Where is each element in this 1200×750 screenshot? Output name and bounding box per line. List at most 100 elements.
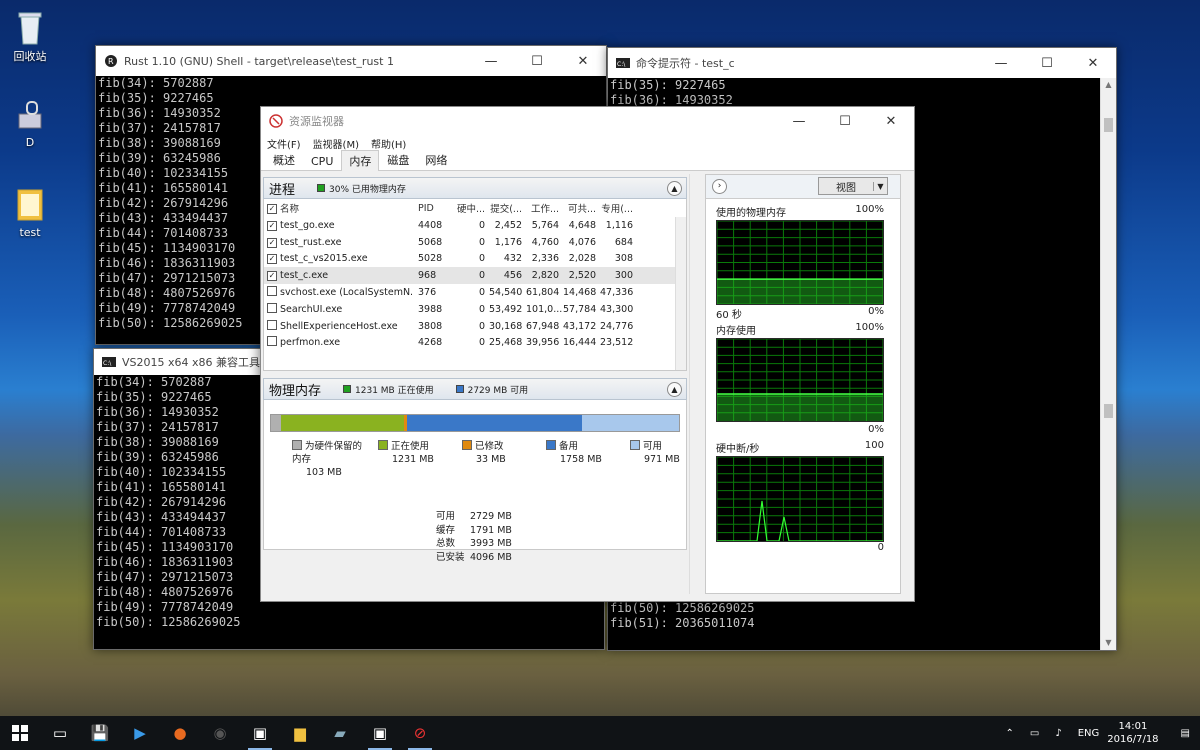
desktop-icon-recycle-bin[interactable]: 回收站 [0, 8, 60, 64]
graph-label-commit: 内存使用 [716, 326, 756, 337]
close-button[interactable]: ✕ [1070, 48, 1116, 78]
maximize-button[interactable]: ☐ [1024, 48, 1070, 78]
table-row[interactable]: ✓ test_c.exe 968 0 456 2,820 2,520 300 [264, 267, 686, 285]
view-button[interactable]: 视图 ▼ [818, 177, 888, 195]
menu-monitor[interactable]: 监视器(M) [313, 136, 359, 151]
column-hard-faults[interactable]: 硬中... [452, 201, 489, 215]
table-row[interactable]: svchost.exe (LocalSystemN... 376 0 54,540 61… [264, 284, 686, 301]
row-checkbox[interactable]: ✓ [267, 237, 277, 248]
scrollbar[interactable]: ▲ ▼ [1100, 78, 1116, 650]
column-commit[interactable]: 提交(... [489, 201, 526, 215]
column-name[interactable]: 名称 [280, 201, 414, 215]
taskbar-app-firefox[interactable]: ● [160, 716, 200, 750]
cell-work: 2,820 [531, 270, 559, 282]
resource-monitor-window[interactable]: 资源监视器 — ☐ ✕ 文件(F) 监视器(M) 帮助(H) 概述 CPU 内存 磁… [260, 106, 915, 602]
cell-pid: 5028 [418, 253, 443, 265]
desktop-icon-drive-d[interactable]: D [0, 96, 60, 149]
minimize-button[interactable]: — [776, 107, 822, 136]
cell-share: 2,028 [568, 253, 596, 265]
start-button[interactable] [0, 716, 40, 750]
table-row[interactable]: ✓ test_go.exe 4408 0 2,452 5,764 4,648 1,116 [264, 217, 686, 234]
expand-icon[interactable]: › [712, 179, 727, 194]
row-checkbox[interactable] [267, 286, 277, 297]
table-row[interactable]: ✓ test_c_vs2015.exe 5028 0 432 2,336 2,028 308 [264, 251, 686, 268]
processes-header[interactable]: 进程 30% 已用物理内存 ▲ [263, 177, 687, 199]
physical-memory-used-legend: 30% 已用物理内存 [317, 182, 406, 195]
column-shareable[interactable]: 可共... [563, 201, 600, 215]
language-indicator[interactable]: ENG [1078, 728, 1100, 739]
desktop-icon-test-folder[interactable]: test [0, 186, 60, 239]
graph-max: 100% [855, 204, 884, 215]
taskbar-app-book[interactable]: ▰ [320, 716, 360, 750]
tab-overview[interactable]: 概述 [265, 149, 303, 170]
taskbar-app-save[interactable]: 💾 [80, 716, 120, 750]
row-checkbox[interactable]: ✓ [267, 271, 277, 282]
taskbar-app-player[interactable]: ▶ [120, 716, 160, 750]
row-checkbox[interactable] [267, 319, 277, 330]
globe-icon: ◉ [213, 724, 227, 742]
cmd-icon: ▣ [372, 724, 388, 742]
row-checkbox[interactable] [267, 336, 277, 347]
cell-priv: 1,116 [605, 219, 633, 231]
memory-bar-inuse [281, 415, 404, 431]
tab-network[interactable]: 网络 [417, 149, 455, 170]
cell-pid: 3988 [418, 303, 443, 315]
scrollbar-thumb[interactable] [1104, 118, 1113, 132]
graph-max: 100 [864, 440, 884, 451]
task-view-icon: ▭ [52, 724, 68, 742]
show-hidden-icons[interactable]: ⌃ [1005, 728, 1013, 739]
close-button[interactable]: ✕ [560, 46, 606, 76]
title-bar[interactable]: 资源监视器 — ☐ ✕ [261, 107, 914, 135]
table-header: ✓ 名称 PID 硬中... 提交(... 工作... 可共... 专用(... [264, 199, 686, 217]
table-row[interactable]: SearchUI.exe 3988 0 53,492 101,0... 57,784 43,… [264, 301, 686, 318]
minimize-button[interactable]: — [978, 48, 1024, 78]
volume-icon[interactable]: ♪ [1055, 728, 1061, 739]
taskbar-app-resmon[interactable]: ⊘ [400, 716, 440, 750]
desktop-icon-label: test [19, 226, 41, 239]
title-bar[interactable]: C:\ 命令提示符 - test_c — ☐ ✕ [608, 48, 1116, 78]
table-row[interactable]: ✓ test_rust.exe 5068 0 1,176 4,760 4,076 684 [264, 234, 686, 251]
taskbar-app-cmd-1[interactable]: ▣ [240, 716, 280, 750]
cell-hard: 0 [478, 219, 485, 231]
collapse-icon[interactable]: ▲ [667, 181, 682, 196]
console-line: fib(35): 9227465 [98, 91, 214, 105]
tab-memory[interactable]: 内存 [341, 150, 380, 171]
process-scrollbar[interactable] [675, 217, 686, 370]
cell-commit: 54,540 [489, 287, 523, 299]
in-use-legend: 1231 MB 正在使用 [343, 383, 434, 396]
collapse-icon[interactable]: ▲ [667, 382, 682, 397]
title-bar[interactable]: R Rust 1.10 (GNU) Shell - target\release… [96, 46, 606, 76]
book-icon: ▰ [334, 724, 346, 742]
row-checkbox[interactable] [267, 302, 277, 313]
close-button[interactable]: ✕ [868, 107, 914, 136]
row-checkbox[interactable]: ✓ [267, 220, 277, 231]
notifications-icon[interactable]: ▤ [1181, 728, 1190, 739]
desktop-icon-label: 回收站 [13, 50, 47, 63]
hard-faults-graph [716, 456, 884, 542]
cell-priv: 684 [614, 236, 633, 248]
taskbar-app-cmd-2[interactable]: ▣ [360, 716, 400, 750]
window-title: Rust 1.10 (GNU) Shell - target\release\t… [124, 54, 394, 68]
table-row[interactable]: ShellExperienceHost.exe 3808 0 30,168 67,948… [264, 318, 686, 335]
maximize-button[interactable]: ☐ [514, 46, 560, 76]
column-pid[interactable]: PID [414, 203, 452, 214]
taskbar-app-ie[interactable]: ◉ [200, 716, 240, 750]
taskbar-app-explorer[interactable]: ▆ [280, 716, 320, 750]
clock[interactable]: 14:01 2016/7/18 [1107, 720, 1158, 746]
tab-disk[interactable]: 磁盘 [379, 149, 417, 170]
tab-cpu[interactable]: CPU [303, 152, 341, 170]
memory-legend-item: 正在使用 1231 MB [378, 440, 450, 479]
table-row[interactable]: perfmon.exe 4268 0 25,468 39,956 16,444 23,512 [264, 335, 686, 352]
left-pane-scrollbar[interactable] [689, 174, 701, 594]
select-all-checkbox[interactable]: ✓ [267, 203, 277, 214]
task-view-button[interactable]: ▭ [40, 716, 80, 750]
maximize-button[interactable]: ☐ [822, 107, 868, 136]
play-icon: ▶ [134, 724, 146, 742]
physical-memory-header[interactable]: 物理内存 1231 MB 正在使用 2729 MB 可用 ▲ [263, 378, 687, 400]
row-checkbox[interactable]: ✓ [267, 254, 277, 265]
column-private[interactable]: 专用(... [600, 201, 637, 215]
network-icon[interactable]: ▭ [1030, 728, 1039, 739]
minimize-button[interactable]: — [468, 46, 514, 76]
column-working-set[interactable]: 工作... [526, 201, 563, 215]
taskbar: ▭ 💾 ▶ ● ◉ ▣ ▆ ▰ ▣ ⊘ ⌃ ▭ ♪ ENG 14:01 2016… [0, 716, 1200, 750]
